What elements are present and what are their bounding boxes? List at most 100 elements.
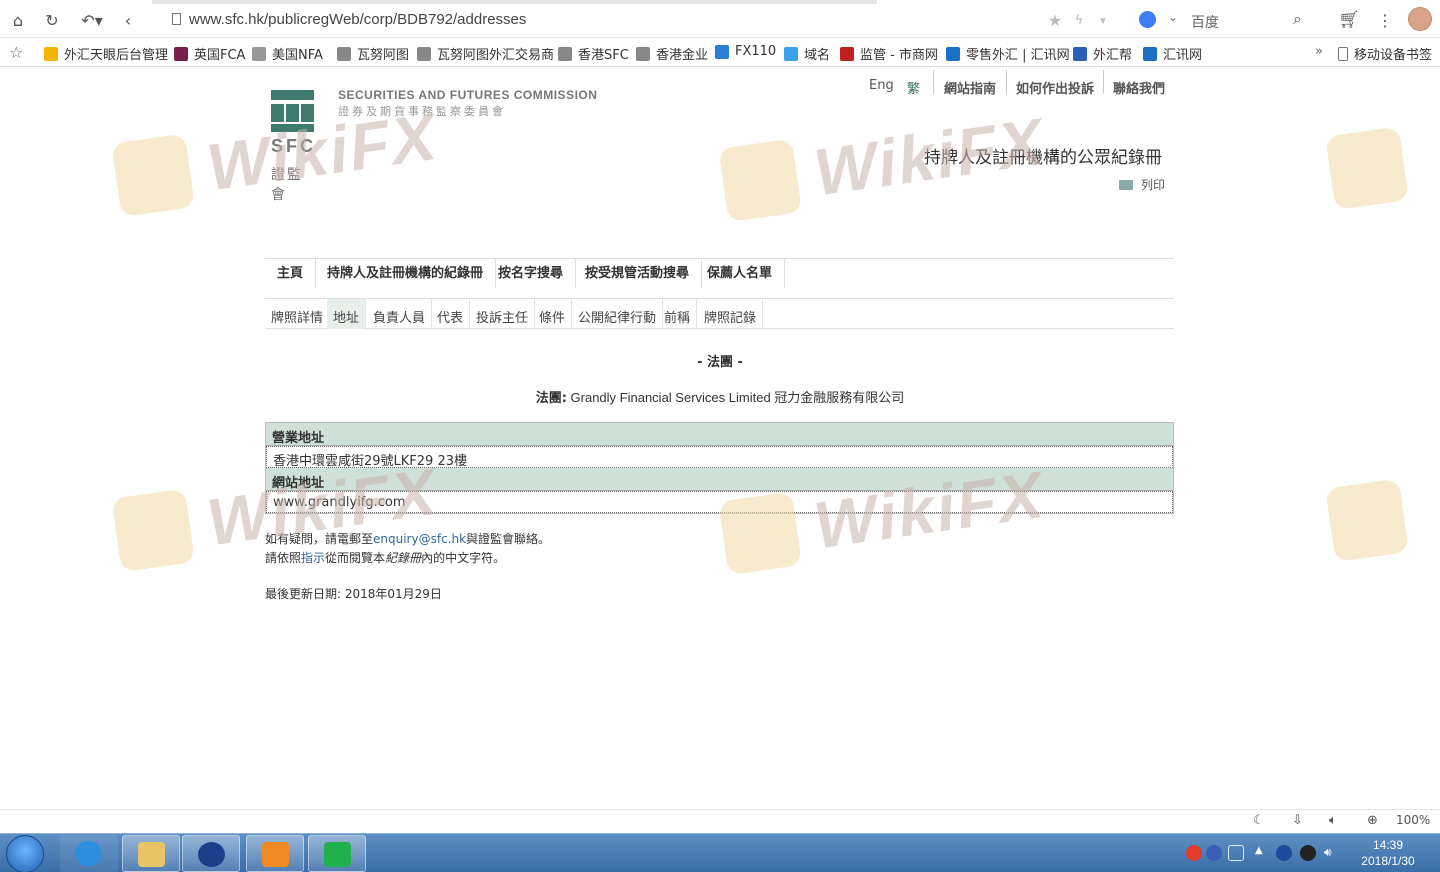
cart-icon[interactable]: 🛒︎ xyxy=(1338,9,1360,31)
bookmark-item[interactable]: 美国NFA xyxy=(252,44,323,63)
nav-register[interactable]: 持牌人及註冊機構的紀錄冊 xyxy=(315,259,497,288)
volume-icon[interactable]: 🔊︎ xyxy=(1324,845,1340,861)
address-bar[interactable]: www.sfc.hk/publicregWeb/corp/BDB792/addr… xyxy=(172,11,526,28)
night-mode-icon[interactable]: ☾ xyxy=(1253,813,1265,828)
download-icon[interactable]: ⇩ xyxy=(1292,813,1303,828)
bookmark-item[interactable]: FX110 xyxy=(715,44,776,59)
phone-icon xyxy=(1338,46,1348,61)
tab-previous-names[interactable]: 前稱 xyxy=(658,299,698,329)
entity-name: Grandly Financial Services Limited 冠力金融服… xyxy=(566,390,905,405)
bookmark-item[interactable]: 零售外汇 | 汇讯网 xyxy=(946,44,1070,63)
contact-link[interactable]: 聯絡我們 xyxy=(1113,78,1165,97)
bookmark-item[interactable]: 外汇天眼后台管理 xyxy=(44,44,168,63)
dropdown-icon[interactable]: ▾ xyxy=(1092,9,1114,31)
lang-trad-link[interactable]: 繁 xyxy=(907,78,920,97)
qq-icon[interactable] xyxy=(1300,845,1316,861)
lang-eng-link[interactable]: Eng xyxy=(869,78,894,93)
status-bar: ☾ ⇩ 🔈︎ ⊕ 100% xyxy=(0,809,1440,833)
bookmark-item[interactable]: 英国FCA xyxy=(174,44,245,63)
reload-icon[interactable]: ↻ xyxy=(41,9,63,31)
explorer-taskbar-button[interactable] xyxy=(122,835,180,872)
ie-taskbar-button[interactable] xyxy=(60,835,118,872)
menu-dots-icon[interactable]: ⋮ xyxy=(1374,9,1396,31)
tab-disciplinary-actions[interactable]: 公開紀律行動 xyxy=(572,299,664,329)
nav-sponsors[interactable]: 保薦人名單 xyxy=(695,259,786,288)
tab-licence-record[interactable]: 牌照記錄 xyxy=(698,299,764,329)
nav-search-name[interactable]: 按名字搜尋 xyxy=(486,259,577,288)
bookmark-item[interactable]: 瓦努阿图 xyxy=(337,44,409,63)
watermark xyxy=(1325,476,1426,563)
org-name-en: SECURITIES AND FUTURES COMMISSION xyxy=(338,88,598,102)
bookmark-favicon-icon xyxy=(840,46,854,61)
logo-cn-text: 證監會 xyxy=(271,167,303,203)
start-button[interactable] xyxy=(6,835,44,872)
tab-licence-details[interactable]: 牌照詳情 xyxy=(265,299,331,329)
bookmark-item[interactable]: 香港金业 xyxy=(636,44,708,63)
note2-italic: 紀錄冊 xyxy=(385,551,422,565)
search-box[interactable]: ⌄ 百度 ⌕ xyxy=(1125,6,1325,32)
search-engine-label: 百度 xyxy=(1191,15,1219,31)
search-icon[interactable]: ⌕ xyxy=(1293,9,1302,29)
bookmark-star-icon[interactable]: ☆ xyxy=(9,43,23,62)
complaint-link[interactable]: 如何作出投訴 xyxy=(1016,78,1094,97)
bookmark-label: 监管 - 市商网 xyxy=(860,48,938,63)
tab-complaints-officer[interactable]: 投訴主任 xyxy=(470,299,536,329)
enquiry-email-link[interactable]: enquiry@sfc.hk xyxy=(373,532,466,546)
bookmark-item[interactable]: 监管 - 市商网 xyxy=(840,44,938,63)
bookmark-item[interactable]: 香港SFC xyxy=(558,44,629,63)
note-instructions: 請依照指示從而閱覽本紀錄冊內的中文字符。 xyxy=(265,549,550,568)
main-nav: 主頁 持牌人及註冊機構的紀錄冊 按名字搜尋 按受規管活動搜尋 保薦人名單 xyxy=(265,258,1174,299)
clock[interactable]: 14:39 2018/1/30 xyxy=(1356,837,1420,869)
settings-icon[interactable] xyxy=(1228,845,1244,861)
note2-mid: 從而閱覽本 xyxy=(325,551,386,565)
website-header: 網站地址 xyxy=(266,468,1173,491)
zoom-level[interactable]: 100% xyxy=(1396,813,1430,827)
user-avatar[interactable] xyxy=(1408,7,1432,31)
instructions-link[interactable]: 指示 xyxy=(301,551,325,565)
notes: 如有疑問，請電郵至enquiry@sfc.hk與證監會聯絡。 請依照指示從而閱覽… xyxy=(265,530,550,568)
bookmarks-more[interactable]: » xyxy=(1315,44,1323,59)
wps-taskbar-button[interactable] xyxy=(308,835,366,872)
nav-home[interactable]: 主頁 xyxy=(265,259,317,288)
tab-responsible-officers[interactable]: 負責人員 xyxy=(367,299,433,329)
mobile-bookmarks-label: 移动设备书签 xyxy=(1354,48,1433,63)
business-address-value: 香港中環雲咸街29號LKF29 23樓 xyxy=(266,446,1173,469)
print-button[interactable]: 列印 xyxy=(1119,176,1165,193)
speaker-icon[interactable]: 🔈︎ xyxy=(1329,813,1337,828)
watermark-logo-icon xyxy=(111,133,196,218)
nav-search-activity[interactable]: 按受規管活動搜尋 xyxy=(573,259,703,288)
tray-expand-icon[interactable]: ▲ xyxy=(1255,845,1271,861)
tab-addresses[interactable]: 地址 xyxy=(327,299,367,329)
url-text: www.sfc.hk/publicregWeb/corp/BDB792/addr… xyxy=(189,11,527,28)
undo-icon[interactable]: ↶▾ xyxy=(78,9,106,31)
favorite-star-icon[interactable]: ★ xyxy=(1044,9,1066,31)
app-icon xyxy=(262,842,289,867)
lightning-icon[interactable]: ϟ xyxy=(1068,9,1090,31)
clock-date: 2018/1/30 xyxy=(1361,854,1415,868)
browser-taskbar-button[interactable] xyxy=(182,835,240,872)
bookmark-favicon-icon xyxy=(252,46,266,61)
site-guide-link[interactable]: 網站指南 xyxy=(944,78,996,97)
help-icon[interactable] xyxy=(1206,845,1222,861)
ime-icon[interactable] xyxy=(1186,845,1202,861)
mobile-bookmarks[interactable]: 移动设备书签 xyxy=(1338,44,1432,63)
bookmark-item[interactable]: 外汇帮 xyxy=(1073,44,1132,63)
tab-conditions[interactable]: 條件 xyxy=(533,299,573,329)
chevron-down-icon[interactable]: ⌄ xyxy=(1168,10,1178,24)
bookmark-item[interactable]: 域名 xyxy=(784,44,830,63)
note2-text: 請依照 xyxy=(265,551,302,565)
back-icon[interactable]: ‹ xyxy=(117,9,139,31)
bookmark-favicon-icon xyxy=(1143,46,1157,61)
home-icon[interactable]: ⌂ xyxy=(7,9,29,31)
bookmark-favicon-icon xyxy=(44,46,58,61)
bookmark-label: 汇讯网 xyxy=(1163,48,1203,63)
app-taskbar-button[interactable] xyxy=(246,835,304,872)
bookmark-item[interactable]: 汇讯网 xyxy=(1143,44,1202,63)
tab-representatives[interactable]: 代表 xyxy=(431,299,471,329)
bookmark-label: 英国FCA xyxy=(194,48,246,63)
network-icon[interactable] xyxy=(1276,845,1292,861)
bookmark-item[interactable]: 瓦努阿图外汇交易商 xyxy=(417,44,554,63)
bookmark-favicon-icon xyxy=(174,46,188,61)
zoom-icon[interactable]: ⊕ xyxy=(1367,813,1378,828)
sfc-logo[interactable]: SFC 證監會 xyxy=(271,90,315,203)
